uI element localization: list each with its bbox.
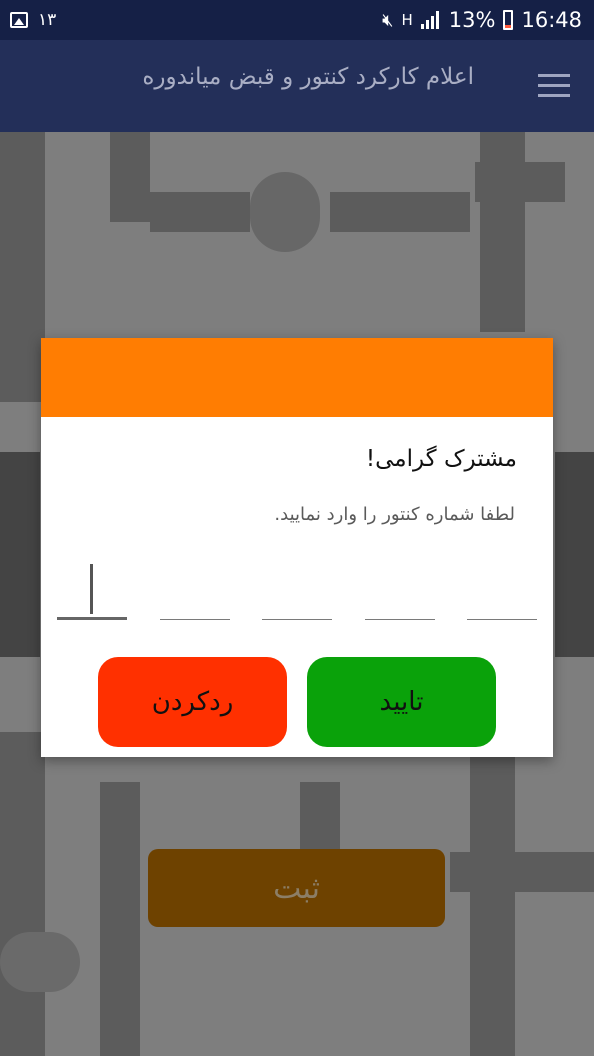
hamburger-menu-icon[interactable] <box>538 74 570 98</box>
app-bar: اعلام کارکرد کنتور و قبض میاندوره <box>0 40 594 132</box>
pipe-shape <box>450 852 594 892</box>
text-caret <box>90 564 93 614</box>
app-bar-title: اعلام کارکرد کنتور و قبض میاندوره <box>142 64 474 90</box>
status-left: ۱۳ <box>10 0 56 40</box>
pipe-shape <box>0 132 45 402</box>
meter-number-dialog: مشترک گرامی! لطفا شماره کنتور را وارد نم… <box>41 338 553 757</box>
gauge-icon <box>0 932 80 992</box>
signal-icon <box>420 11 441 29</box>
pipe-shape <box>0 732 45 1056</box>
meter-code-inputs <box>57 562 537 622</box>
notification-count: ۱۳ <box>38 10 57 30</box>
code-digit-input-4[interactable] <box>365 562 435 620</box>
pipe-shape <box>475 162 565 202</box>
battery-percent: 13% <box>448 8 496 32</box>
pipe-shape <box>150 192 250 232</box>
pipe-shape <box>555 452 594 657</box>
mute-icon: 🔇︎ <box>382 9 394 31</box>
image-notification-icon <box>10 12 28 28</box>
submit-button[interactable]: ثبت <box>148 849 445 927</box>
pipe-shape <box>110 132 150 222</box>
code-digit-input-2[interactable] <box>160 562 230 620</box>
pipe-shape <box>100 782 140 1056</box>
reject-button[interactable]: ردکردن <box>98 657 287 747</box>
pipe-shape <box>470 742 515 1056</box>
confirm-button[interactable]: تایید <box>307 657 496 747</box>
code-digit-input-3[interactable] <box>262 562 332 620</box>
dialog-title: مشترک گرامی! <box>365 446 517 472</box>
dialog-message: لطفا شماره کنتور را وارد نمایید. <box>274 504 515 525</box>
status-right: 🔇︎ H 13% 16:48 <box>382 0 582 40</box>
valve-icon <box>250 172 320 252</box>
dialog-header <box>41 338 553 417</box>
network-type: H <box>401 11 413 29</box>
code-digit-input-1[interactable] <box>57 562 127 620</box>
pipe-shape <box>330 192 470 232</box>
battery-icon <box>503 10 514 30</box>
code-digit-input-5[interactable] <box>467 562 537 620</box>
pipe-shape <box>0 452 40 657</box>
clock: 16:48 <box>521 8 582 32</box>
status-bar: ۱۳ 🔇︎ H 13% 16:48 <box>0 0 594 40</box>
